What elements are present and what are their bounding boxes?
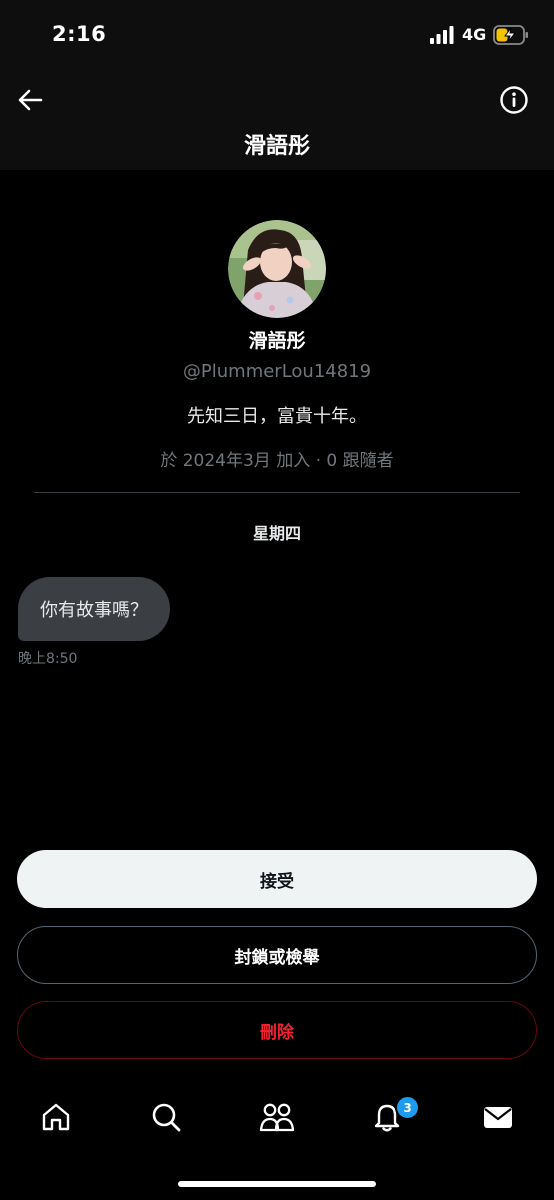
notification-badge: 3 [395,1095,420,1120]
tab-communities[interactable] [257,1097,297,1137]
tab-search[interactable] [146,1097,186,1137]
network-type: 4G [462,25,487,44]
back-button[interactable] [12,82,48,118]
status-time: 2:16 [52,22,107,46]
divider [34,492,520,493]
status-bar: 2:16 4G [0,0,554,70]
accept-button[interactable]: 接受 [17,850,537,908]
arrow-left-icon [18,89,43,111]
message-timestamp: 晚上8:50 [18,651,78,667]
home-indicator[interactable] [178,1181,376,1187]
delete-button[interactable]: 刪除 [17,1001,537,1059]
search-icon [152,1103,181,1132]
battery-charging-icon [493,25,528,45]
profile-name: 滑語彤 [248,330,306,352]
block-or-report-button[interactable]: 封鎖或檢舉 [17,926,537,984]
profile-photo [228,220,326,318]
profile-handle: @PlummerLou14819 [182,361,372,382]
mail-icon [484,1107,512,1128]
bottom-tab-bar: 3 [0,1085,554,1149]
home-icon [42,1103,70,1131]
tab-home[interactable] [36,1097,76,1137]
signal-icon [430,26,454,44]
avatar[interactable] [228,220,326,318]
info-button[interactable] [496,82,532,118]
day-separator: 星期四 [252,524,301,543]
communities-icon [259,1103,295,1132]
profile-meta: 於 2024年3月 加入 · 0 跟隨者 [160,451,394,471]
message-bubble[interactable]: 你有故事嗎？ [18,577,170,641]
profile-card: 滑語彤 @PlummerLou14819 先知三日，富貴十年。 於 2024年3… [0,220,554,471]
info-circle-icon [500,86,528,114]
conversation-header: 滑語彤 [0,70,554,170]
tab-messages[interactable] [478,1097,518,1137]
profile-bio: 先知三日，富貴十年。 [187,406,367,427]
page-title: 滑語彤 [243,134,310,159]
